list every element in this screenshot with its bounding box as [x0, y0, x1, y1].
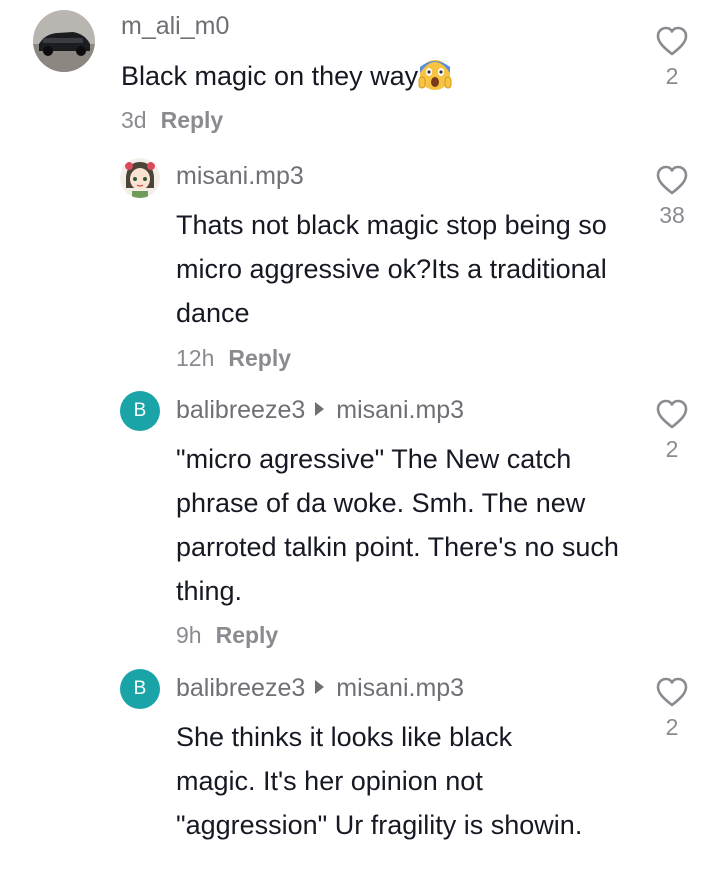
- avatar[interactable]: [33, 10, 95, 72]
- reply-button[interactable]: Reply: [216, 622, 279, 648]
- username[interactable]: misani.mp3: [176, 162, 304, 191]
- username-text: balibreeze3: [176, 396, 306, 424]
- comment-meta: 3d Reply: [121, 107, 223, 134]
- car-photo-avatar-icon: [33, 10, 95, 72]
- reply-button[interactable]: Reply: [228, 345, 291, 371]
- heart-icon: [656, 677, 688, 707]
- like-button[interactable]: 2: [652, 676, 692, 741]
- like-button[interactable]: 38: [652, 164, 692, 229]
- heart-icon: [656, 26, 688, 56]
- timestamp: 12h: [176, 345, 215, 371]
- anime-girl-avatar-icon: [120, 158, 160, 198]
- heart-icon: [656, 399, 688, 429]
- avatar[interactable]: B: [120, 669, 160, 709]
- like-count: 38: [659, 202, 685, 228]
- like-count: 2: [665, 63, 679, 89]
- avatar[interactable]: B: [120, 391, 160, 431]
- timestamp: 9h: [176, 622, 202, 648]
- comment-meta: 9h Reply: [176, 622, 278, 649]
- comment-text: Black magic on they way: [121, 54, 591, 104]
- comment-text: "micro agressive" The New catch phrase o…: [176, 444, 619, 606]
- avatar-letter: B: [133, 678, 147, 699]
- reply-arrow-icon: [315, 402, 325, 416]
- timestamp: 3d: [121, 107, 147, 133]
- reply-button[interactable]: Reply: [161, 107, 224, 133]
- like-count: 2: [665, 436, 679, 462]
- reply-arrow-icon: [315, 680, 325, 694]
- username-text: balibreeze3: [176, 674, 306, 702]
- screaming-face-emoji-icon: [418, 57, 452, 104]
- username[interactable]: balibreeze3 misani.mp3: [176, 674, 464, 703]
- avatar[interactable]: [120, 158, 160, 198]
- username[interactable]: balibreeze3 misani.mp3: [176, 396, 464, 425]
- like-button[interactable]: 2: [652, 25, 692, 90]
- heart-icon: [656, 165, 688, 195]
- comment-meta: 12h Reply: [176, 345, 291, 372]
- username[interactable]: m_ali_m0: [121, 12, 229, 41]
- like-count: 2: [665, 714, 679, 740]
- avatar-letter: B: [133, 400, 147, 421]
- reply-to-username[interactable]: misani.mp3: [336, 396, 464, 424]
- comment-text-content: Black magic on they way: [121, 61, 419, 91]
- like-button[interactable]: 2: [652, 398, 692, 463]
- reply-to-username[interactable]: misani.mp3: [336, 674, 464, 702]
- comment-text: Thats not black magic stop being so micr…: [176, 210, 607, 328]
- comment-text: She thinks it looks like black magic. It…: [176, 722, 583, 840]
